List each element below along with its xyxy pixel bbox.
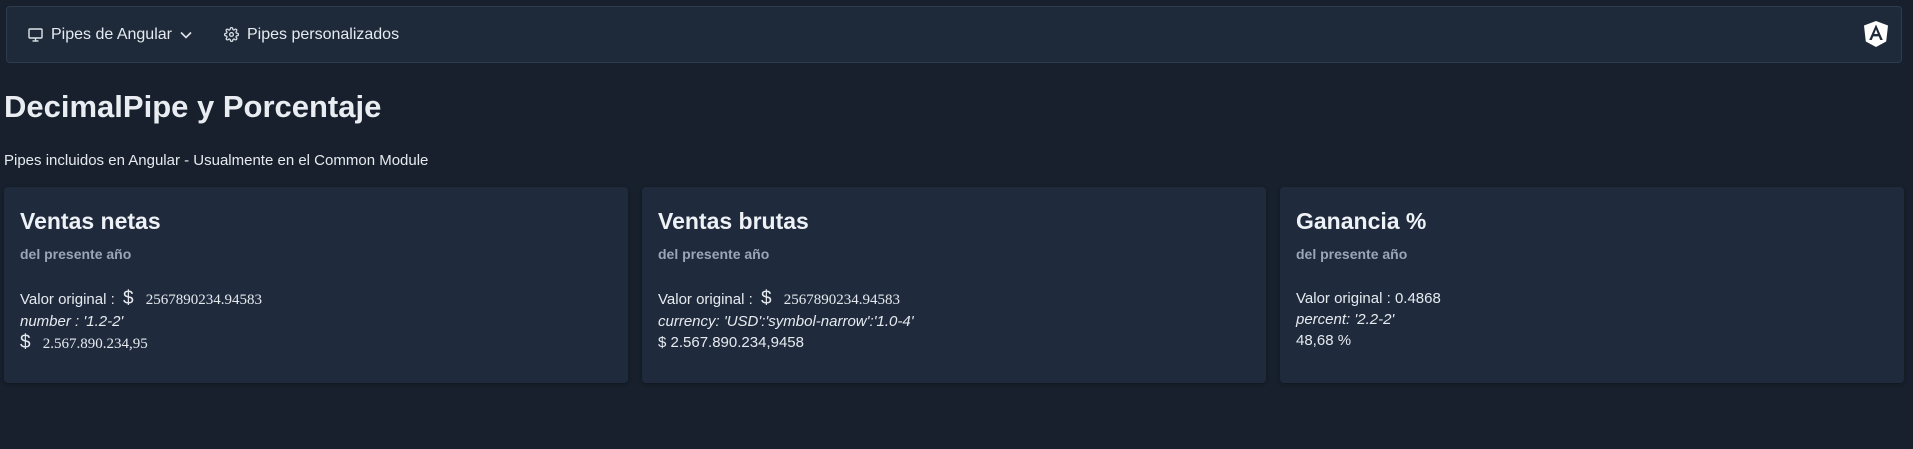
pipe-expression: currency: 'USD':'symbol-narrow':'1.0-4' [658,312,914,330]
result-value: $ 2.567.890.234,9458 [658,333,804,351]
original-value: 2567890234.94583 [783,291,900,308]
card-ganancia: Ganancia % del presente año Valor origin… [1280,187,1904,383]
chevron-down-icon [180,31,192,39]
card-body: Valor original : 0.4868 percent: '2.2-2'… [1296,288,1888,351]
page-title: DecimalPipe y Porcentaje [4,89,382,124]
angular-logo[interactable] [1861,19,1891,49]
top-navbar: Pipes de Angular Pipes personalizados [6,6,1902,63]
card-body: Valor original : $ 2567890234.94583 numb… [20,288,612,355]
nav-pipes-personalizados-label: Pipes personalizados [246,25,400,43]
original-value: 0.4868 [1394,289,1441,307]
dollar-icon: $ [20,331,31,353]
original-value-line: Valor original : $ 2567890234.94583 [658,288,1250,311]
result-line: $ 2.567.890.234,95 [20,332,612,355]
card-body: Valor original : $ 2567890234.94583 curr… [658,288,1250,353]
result-value: 2.567.890.234,95 [42,335,148,352]
original-value-line: Valor original : $ 2567890234.94583 [20,288,612,311]
nav-pipes-angular[interactable]: Pipes de Angular [28,7,192,62]
gear-icon [224,27,239,42]
card-title: Ventas netas [20,208,161,234]
page-subtitle: Pipes incluidos en Angular - Usualmente … [4,152,429,169]
monitor-icon [28,27,43,42]
pipe-expression: percent: '2.2-2' [1296,310,1395,328]
nav-pipes-angular-label: Pipes de Angular [51,25,172,43]
original-label: Valor original : [658,290,753,308]
dollar-icon: $ [760,287,772,309]
card-ventas-brutas: Ventas brutas del presente año Valor ori… [642,187,1266,383]
result-value: 48,68 % [1296,331,1352,349]
dollar-icon: $ [122,287,134,309]
card-subtitle: del presente año [1296,245,1408,262]
original-label: Valor original : [1296,289,1391,307]
nav-pipes-personalizados[interactable]: Pipes personalizados [224,7,399,62]
original-label: Valor original : [20,290,115,308]
card-ventas-netas: Ventas netas del presente año Valor orig… [4,187,628,383]
card-subtitle: del presente año [20,245,132,262]
original-value: 2567890234.94583 [145,291,262,308]
card-subtitle: del presente año [658,245,770,262]
card-title: Ventas brutas [658,208,809,234]
pipe-expression: number : '1.2-2' [20,312,124,330]
card-title: Ganancia % [1296,208,1427,234]
original-value-line: Valor original : 0.4868 [1296,288,1888,309]
